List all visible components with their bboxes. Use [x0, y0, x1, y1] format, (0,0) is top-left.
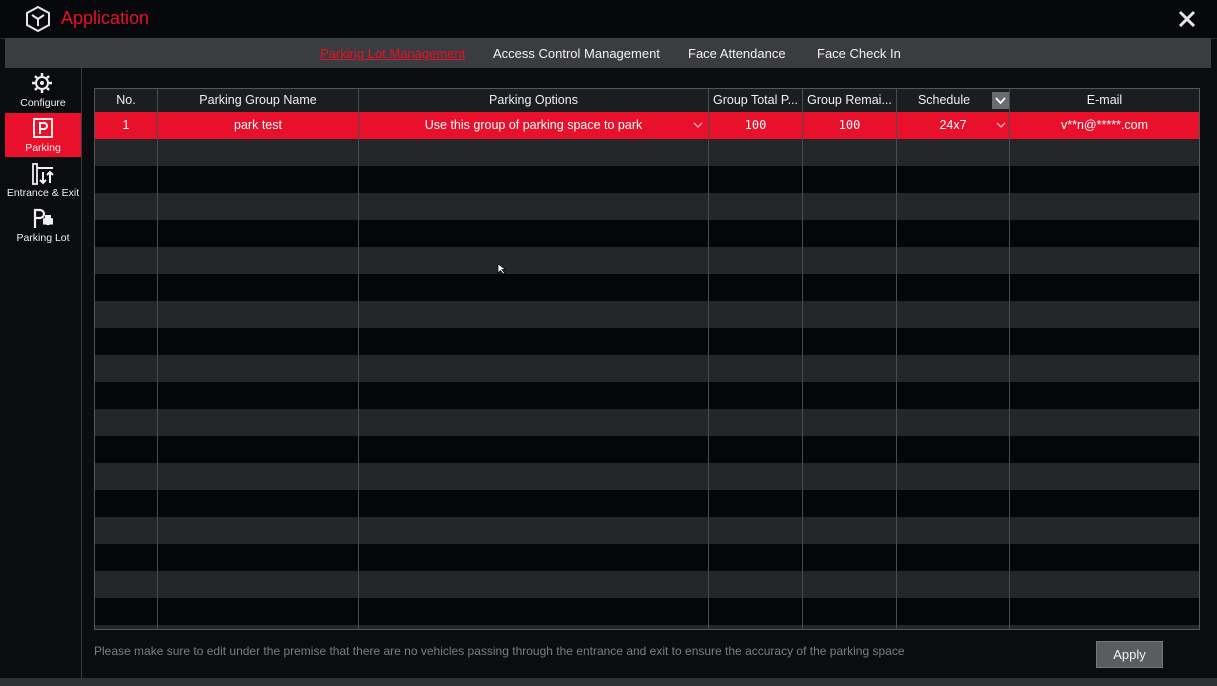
empty-table-row [95, 355, 1199, 382]
sidebar-item-label: Entrance & Exit [6, 187, 80, 199]
empty-table-row [95, 544, 1199, 571]
close-icon[interactable] [1176, 8, 1198, 30]
parking-icon [33, 118, 53, 138]
gear-icon [32, 73, 52, 93]
cell-no: 1 [122, 118, 130, 132]
column-header-no: No. [116, 93, 136, 107]
empty-table-row [95, 571, 1199, 598]
empty-table-row [95, 517, 1199, 544]
schedule-header-dropdown[interactable] [992, 92, 1009, 109]
table-header: No. Parking Group Name Parking Options G… [95, 89, 1199, 113]
apply-button[interactable]: Apply [1096, 641, 1163, 668]
empty-table-row [95, 409, 1199, 436]
sidebar-item-label: Configure [20, 97, 66, 109]
empty-table-row [95, 301, 1199, 328]
tab-face-attendance[interactable]: Face Attendance [688, 46, 786, 61]
bottom-border [0, 678, 1217, 686]
chevron-down-icon [995, 97, 1006, 105]
empty-table-row [95, 193, 1199, 220]
empty-table-row [95, 166, 1199, 193]
empty-table-row [95, 625, 1199, 629]
cell-group-remaining[interactable]: 100 [803, 112, 896, 139]
sidebar-item-label: Parking [25, 142, 61, 154]
cube-icon [26, 5, 50, 33]
column-header-schedule: Schedule [917, 93, 971, 107]
cell-email[interactable]: v**n@*****.com [1010, 112, 1199, 139]
column-divider [358, 89, 359, 629]
sidebar-item-parking[interactable]: Parking [5, 113, 81, 157]
column-header-group-name: Parking Group Name [199, 93, 317, 107]
column-header-email: E-mail [1086, 93, 1123, 107]
empty-table-row [95, 463, 1199, 490]
empty-table-row [95, 139, 1199, 166]
footer-note: Please make sure to edit under the premi… [94, 644, 905, 658]
cell-group-name[interactable]: park test [158, 112, 358, 139]
tab-parking-lot-management[interactable]: Parking Lot Management [320, 46, 465, 61]
sidebar-item-configure[interactable]: Configure [5, 68, 81, 112]
tab-access-control-management[interactable]: Access Control Management [493, 46, 660, 61]
chevron-down-icon[interactable] [693, 120, 703, 130]
empty-table-row [95, 247, 1199, 274]
table-row[interactable]: 1 park test Use this group of parking sp… [95, 112, 1199, 139]
column-header-group-remaining: Group Remai... [807, 93, 892, 107]
mouse-cursor-icon [497, 263, 507, 275]
empty-table-row [95, 598, 1199, 625]
parking-options-select[interactable]: Use this group of parking space to park [359, 112, 708, 139]
empty-table-row [95, 436, 1199, 463]
entrance-exit-icon [32, 163, 54, 185]
column-divider [896, 89, 897, 629]
sidebar-item-entrance-exit[interactable]: Entrance & Exit [5, 158, 81, 202]
title-bar: Application [0, 0, 1217, 39]
column-divider [1009, 89, 1010, 629]
sidebar: Configure Parking Entrance & Exit Parkin… [5, 68, 82, 678]
column-header-parking-options: Parking Options [489, 93, 578, 107]
empty-table-row [95, 382, 1199, 409]
column-divider [157, 89, 158, 629]
parking-group-table: No. Parking Group Name Parking Options G… [94, 88, 1200, 630]
empty-table-row [95, 274, 1199, 301]
sidebar-item-parking-lot[interactable]: Parking Lot [5, 203, 81, 247]
sidebar-item-label: Parking Lot [16, 232, 70, 244]
cell-group-total[interactable]: 100 [709, 112, 802, 139]
tab-face-check-in[interactable]: Face Check In [817, 46, 901, 61]
app-title: Application [61, 8, 150, 28]
parking-lot-icon [33, 208, 53, 228]
empty-table-row [95, 328, 1199, 355]
column-divider [708, 89, 709, 629]
schedule-select[interactable]: 24x7 [897, 112, 1009, 139]
empty-table-row [95, 220, 1199, 247]
column-divider [802, 89, 803, 629]
empty-table-row [95, 490, 1199, 517]
tab-bar: Parking Lot Management Access Control Ma… [5, 38, 1211, 68]
column-header-group-total: Group Total P... [712, 93, 798, 107]
chevron-down-icon[interactable] [996, 120, 1006, 130]
